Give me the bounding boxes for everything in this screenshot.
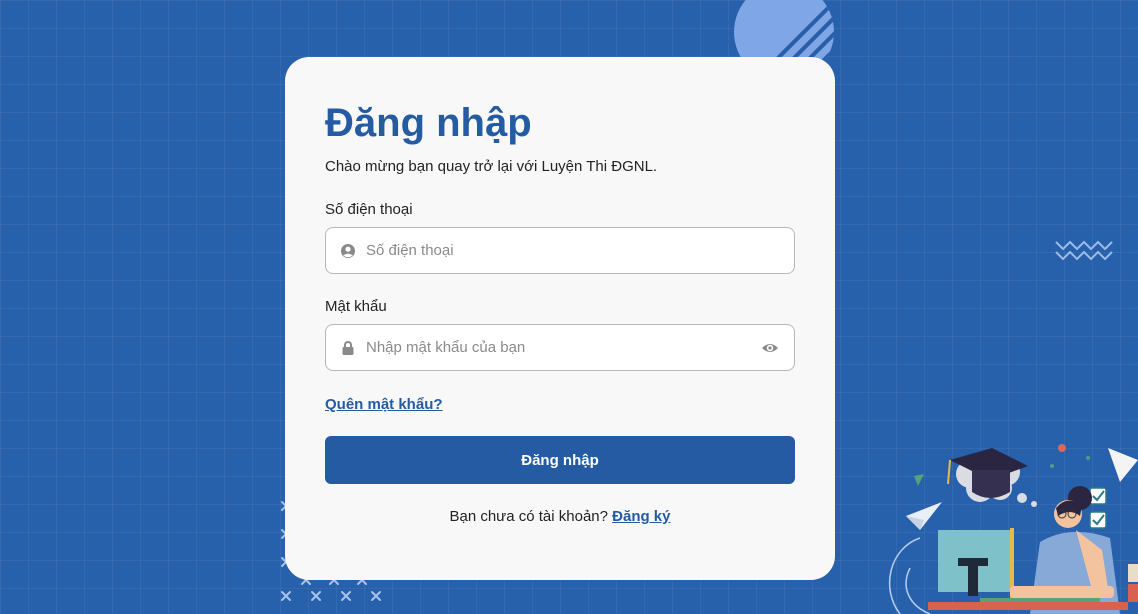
signup-link[interactable]: Đăng ký [612, 508, 670, 525]
login-button[interactable]: Đăng nhập [325, 436, 795, 484]
lock-icon [342, 341, 354, 355]
signup-prompt-text: Bạn chưa có tài khoản? [449, 508, 608, 525]
page-title: Đăng nhập [325, 101, 532, 145]
eye-icon[interactable] [761, 340, 779, 356]
signup-prompt-line: Bạn chưa có tài khoản? Đăng ký [285, 507, 835, 527]
user-circle-icon [341, 244, 355, 258]
student-illustration [888, 444, 1138, 614]
forgot-password-link[interactable]: Quên mật khẩu? [325, 395, 443, 415]
login-card: Đăng nhập Chào mừng bạn quay trở lại với… [285, 57, 835, 580]
zigzag-decoration [1055, 240, 1113, 261]
phone-label: Số điện thoại [325, 201, 413, 218]
phone-input[interactable] [366, 228, 746, 273]
phone-field[interactable] [325, 227, 795, 274]
password-label: Mật khẩu [325, 298, 387, 315]
welcome-subtitle: Chào mừng bạn quay trở lại với Luyện Thi… [325, 158, 658, 175]
password-field[interactable] [325, 324, 795, 371]
password-input[interactable] [366, 325, 746, 370]
